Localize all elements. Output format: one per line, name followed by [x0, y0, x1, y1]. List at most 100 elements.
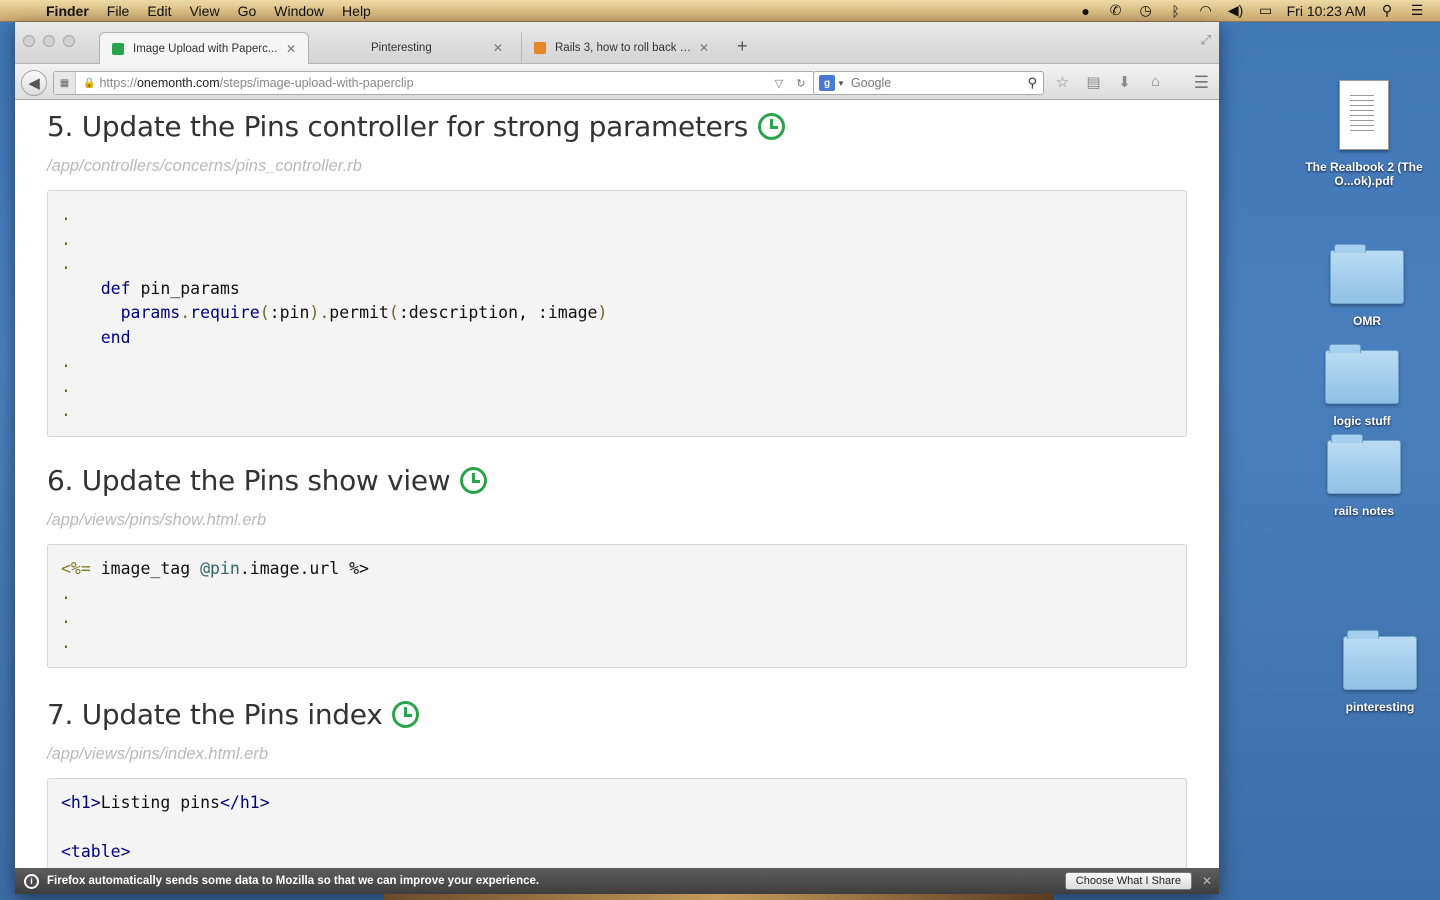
tab-pinteresting[interactable]: Pinteresting ✕ — [315, 32, 515, 64]
desktop-icon-label: rails notes — [1333, 504, 1395, 518]
code-ellipsis-dot: . — [61, 583, 71, 603]
code-line-h1: <h1>Listing pins</h1> — [61, 791, 1173, 816]
data-notification-bar: i Firefox automatically sends some data … — [15, 868, 1219, 894]
site-identity-icon[interactable]: ▦ — [54, 72, 76, 94]
desktop-folder-pinteresting[interactable]: pinteresting — [1320, 630, 1440, 714]
step-5-title: 5. Update the Pins controller for strong… — [47, 110, 1187, 143]
back-button[interactable]: ◀ — [21, 70, 47, 96]
step-7-file-path: /app/views/pins/index.html.erb — [47, 745, 269, 763]
folder-icon — [1325, 344, 1399, 404]
wifi-icon[interactable]: ◠ — [1197, 2, 1215, 19]
google-engine-icon[interactable]: g — [819, 75, 835, 91]
code-line-table: <table> — [61, 840, 1173, 865]
url-prefix: https:// — [99, 76, 137, 90]
code-identifier: permit — [329, 303, 389, 322]
reload-icon[interactable]: ↻ — [792, 77, 810, 90]
time-machine-icon[interactable]: ◷ — [1137, 2, 1155, 19]
tab-close-icon[interactable]: ✕ — [699, 41, 709, 55]
fullscreen-icon[interactable]: ⤢ — [1201, 32, 1211, 48]
menu-edit[interactable]: Edit — [138, 3, 180, 19]
minimize-window-button[interactable] — [43, 35, 55, 47]
phone-icon[interactable]: ✆ — [1107, 2, 1125, 19]
menu-go[interactable]: Go — [229, 3, 266, 19]
menu-bar: Finder File Edit View Go Window Help ● ✆… — [0, 0, 1440, 22]
tab-close-icon[interactable]: ✕ — [286, 42, 296, 56]
desktop-folder-logic-stuff[interactable]: logic stuff — [1302, 344, 1422, 428]
step-title-text: 7. Update the Pins index — [47, 698, 383, 731]
url-host: onemonth.com — [136, 76, 220, 90]
menubar-clock[interactable]: Fri 10:23 AM — [1287, 3, 1366, 19]
zoom-window-button[interactable] — [63, 35, 75, 47]
code-keyword: end — [100, 327, 131, 347]
spotlight-icon[interactable]: ⚲ — [1378, 2, 1396, 19]
code-html-tag: <h1> — [61, 793, 101, 812]
bookmark-star-icon[interactable]: ☆ — [1053, 73, 1072, 91]
code-keyword: def — [100, 278, 131, 298]
code-ellipsis-dot: . — [61, 376, 71, 396]
notifications-icon[interactable]: ☰ — [1408, 2, 1426, 19]
lock-icon: 🔒 — [83, 77, 96, 89]
tab-close-icon[interactable]: ✕ — [493, 41, 503, 55]
window-controls — [23, 35, 75, 47]
code-line-def: def pin_params — [61, 277, 1173, 302]
step-5-section: 5. Update the Pins controller for strong… — [47, 110, 1187, 437]
close-notification-icon[interactable]: ✕ — [1202, 874, 1212, 888]
page-content: 5. Update the Pins controller for strong… — [15, 100, 1219, 894]
step-6-code-block: <%= image_tag @pin.image.url %> . . . — [47, 544, 1187, 668]
code-ellipsis-dot: . — [61, 205, 71, 224]
tab-label: Rails 3, how to roll back a... — [555, 42, 693, 54]
desktop-folder-rails-notes[interactable]: rails notes — [1304, 434, 1424, 518]
desktop-icon-label: pinteresting — [1345, 700, 1415, 714]
choose-what-i-share-button[interactable]: Choose What I Share — [1064, 872, 1192, 890]
code-ellipsis-dot: . — [61, 254, 71, 273]
desktop-icon-label: logic stuff — [1333, 414, 1391, 428]
bookmarks-menu-icon[interactable]: ▤ — [1084, 73, 1103, 91]
new-tab-button[interactable]: + — [737, 36, 748, 57]
search-bar[interactable]: g ▼ Google ⚲ — [813, 71, 1044, 95]
code-line-image-tag: <%= image_tag @pin.image.url %> — [61, 557, 1173, 582]
code-method-name: pin_params — [130, 278, 240, 298]
tab-rails-rollback[interactable]: Rails 3, how to roll back a... ✕ — [521, 32, 721, 64]
code-html-tag: <table> — [61, 842, 131, 861]
clock-icon — [392, 701, 420, 728]
tab-image-upload[interactable]: Image Upload with Paperc... ✕ — [99, 32, 309, 64]
firefox-window: Image Upload with Paperc... ✕ Pinteresti… — [15, 22, 1219, 894]
step-5-file-path: /app/controllers/concerns/pins_controlle… — [47, 157, 362, 175]
clock-icon — [460, 467, 488, 494]
history-dropdown-icon[interactable]: ▽ — [770, 77, 788, 90]
home-icon[interactable]: ⌂ — [1146, 73, 1165, 91]
desktop-icon-label: OMR — [1353, 314, 1381, 328]
step-7-title: 7. Update the Pins index — [47, 698, 1187, 731]
menu-file[interactable]: File — [98, 3, 139, 19]
menu-window[interactable]: Window — [265, 3, 333, 19]
battery-icon[interactable]: ▭ — [1257, 2, 1275, 19]
menu-finder[interactable]: Finder — [36, 3, 98, 19]
volume-icon[interactable]: ◀) — [1227, 2, 1245, 19]
close-window-button[interactable] — [23, 35, 35, 47]
skype-icon[interactable]: ● — [1077, 3, 1095, 19]
menu-help[interactable]: Help — [333, 3, 380, 19]
menu-hamburger-icon[interactable]: ☰ — [1194, 73, 1209, 93]
code-line-end: end — [61, 326, 1173, 351]
back-arrow-icon: ◀ — [28, 75, 40, 92]
menu-view[interactable]: View — [180, 3, 228, 19]
desktop-pdf-realbook[interactable]: The Realbook 2 (The O...ok).pdf — [1304, 80, 1424, 188]
url-bar[interactable]: ▦ 🔒 https://onemonth.com/steps/image-upl… — [53, 71, 815, 95]
desktop-folder-omr[interactable]: OMR — [1307, 244, 1427, 328]
info-icon: i — [24, 873, 39, 889]
step-6-file-path: /app/views/pins/show.html.erb — [47, 511, 267, 529]
code-chain: .image.url — [239, 559, 350, 578]
step-7-section: 7. Update the Pins index /app/views/pins… — [47, 698, 1187, 894]
engine-dropdown-icon[interactable]: ▼ — [837, 79, 845, 88]
code-ellipsis-dot: . — [61, 608, 71, 627]
downloads-icon[interactable]: ⬇ — [1115, 73, 1134, 91]
code-erb-tag: <%= — [61, 559, 91, 578]
toolbar-icons: ☆ ▤ ⬇ ⌂ — [1053, 73, 1165, 91]
tab-label: Image Upload with Paperc... — [133, 42, 278, 55]
bluetooth-icon[interactable]: ᛒ — [1167, 3, 1185, 19]
folder-icon — [1330, 244, 1404, 304]
step-6-section: 6. Update the Pins show view /app/views/… — [47, 464, 1187, 668]
search-icon[interactable]: ⚲ — [1027, 75, 1037, 91]
code-ellipsis-dot: . — [61, 352, 71, 371]
code-arg: :pin — [269, 303, 310, 322]
